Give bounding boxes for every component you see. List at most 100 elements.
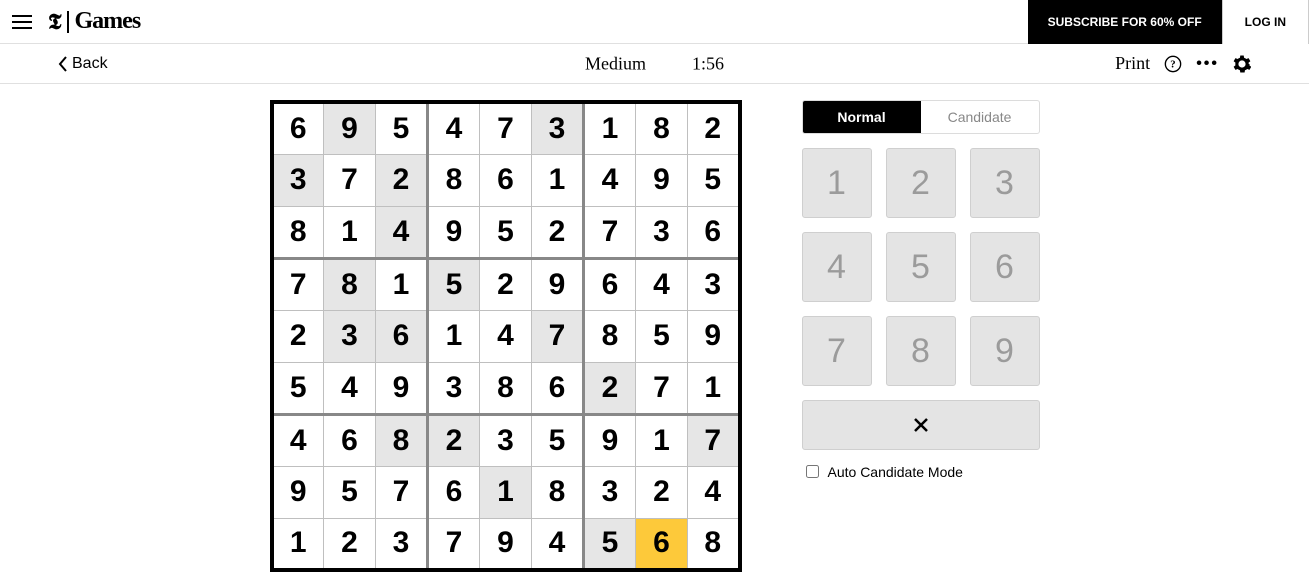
cell-r8-c7[interactable]: 6 [636,518,688,570]
cell-r8-c4[interactable]: 9 [480,518,532,570]
cell-r8-c0[interactable]: 1 [272,518,324,570]
keypad-2[interactable]: 2 [886,148,956,218]
keypad-6[interactable]: 6 [970,232,1040,302]
keypad-9[interactable]: 9 [970,316,1040,386]
cell-r1-c8[interactable]: 5 [688,154,740,206]
cell-r5-c3[interactable]: 3 [428,362,480,414]
clear-key[interactable] [802,400,1040,450]
auto-candidate-checkbox[interactable] [806,465,819,478]
keypad-1[interactable]: 1 [802,148,872,218]
cell-r1-c1[interactable]: 7 [324,154,376,206]
cell-r5-c1[interactable]: 4 [324,362,376,414]
cell-r4-c2[interactable]: 6 [376,310,428,362]
cell-r0-c0[interactable]: 6 [272,102,324,154]
cell-r3-c4[interactable]: 2 [480,258,532,310]
more-menu-icon[interactable]: ••• [1196,55,1219,73]
keypad-7[interactable]: 7 [802,316,872,386]
cell-r6-c0[interactable]: 4 [272,414,324,466]
cell-r5-c4[interactable]: 8 [480,362,532,414]
cell-r1-c6[interactable]: 4 [584,154,636,206]
cell-r2-c2[interactable]: 4 [376,206,428,258]
settings-icon[interactable] [1233,55,1251,73]
cell-r2-c4[interactable]: 5 [480,206,532,258]
cell-r7-c5[interactable]: 8 [532,466,584,518]
cell-r7-c7[interactable]: 2 [636,466,688,518]
cell-r4-c4[interactable]: 4 [480,310,532,362]
cell-r5-c8[interactable]: 1 [688,362,740,414]
cell-r3-c6[interactable]: 6 [584,258,636,310]
cell-r2-c3[interactable]: 9 [428,206,480,258]
cell-r3-c3[interactable]: 5 [428,258,480,310]
back-button[interactable]: Back [58,55,108,73]
brand-logo[interactable]: 𝕿 Games [48,8,140,35]
cell-r3-c8[interactable]: 3 [688,258,740,310]
cell-r6-c8[interactable]: 7 [688,414,740,466]
cell-r3-c1[interactable]: 8 [324,258,376,310]
cell-r0-c7[interactable]: 8 [636,102,688,154]
cell-r2-c1[interactable]: 1 [324,206,376,258]
cell-r2-c5[interactable]: 2 [532,206,584,258]
cell-r7-c0[interactable]: 9 [272,466,324,518]
cell-r5-c5[interactable]: 6 [532,362,584,414]
cell-r4-c5[interactable]: 7 [532,310,584,362]
cell-r0-c6[interactable]: 1 [584,102,636,154]
cell-r3-c2[interactable]: 1 [376,258,428,310]
cell-r4-c1[interactable]: 3 [324,310,376,362]
cell-r2-c0[interactable]: 8 [272,206,324,258]
cell-r4-c0[interactable]: 2 [272,310,324,362]
cell-r6-c3[interactable]: 2 [428,414,480,466]
auto-candidate-label[interactable]: Auto Candidate Mode [828,464,963,480]
help-icon[interactable]: ? [1164,55,1182,73]
cell-r1-c7[interactable]: 9 [636,154,688,206]
keypad-3[interactable]: 3 [970,148,1040,218]
cell-r6-c5[interactable]: 5 [532,414,584,466]
mode-normal[interactable]: Normal [803,101,921,133]
cell-r0-c5[interactable]: 3 [532,102,584,154]
cell-r7-c4[interactable]: 1 [480,466,532,518]
cell-r3-c7[interactable]: 4 [636,258,688,310]
subscribe-button[interactable]: SUBSCRIBE FOR 60% OFF [1028,0,1222,44]
cell-r7-c2[interactable]: 7 [376,466,428,518]
keypad-4[interactable]: 4 [802,232,872,302]
cell-r6-c7[interactable]: 1 [636,414,688,466]
keypad-8[interactable]: 8 [886,316,956,386]
cell-r7-c1[interactable]: 5 [324,466,376,518]
cell-r7-c3[interactable]: 6 [428,466,480,518]
cell-r4-c8[interactable]: 9 [688,310,740,362]
cell-r8-c2[interactable]: 3 [376,518,428,570]
cell-r3-c5[interactable]: 9 [532,258,584,310]
login-button[interactable]: LOG IN [1222,0,1309,44]
cell-r7-c8[interactable]: 4 [688,466,740,518]
cell-r0-c2[interactable]: 5 [376,102,428,154]
cell-r5-c2[interactable]: 9 [376,362,428,414]
cell-r1-c4[interactable]: 6 [480,154,532,206]
cell-r6-c6[interactable]: 9 [584,414,636,466]
cell-r3-c0[interactable]: 7 [272,258,324,310]
cell-r5-c6[interactable]: 2 [584,362,636,414]
cell-r0-c3[interactable]: 4 [428,102,480,154]
mode-candidate[interactable]: Candidate [921,101,1039,133]
cell-r7-c6[interactable]: 3 [584,466,636,518]
print-button[interactable]: Print [1115,53,1150,74]
cell-r5-c0[interactable]: 5 [272,362,324,414]
cell-r6-c1[interactable]: 6 [324,414,376,466]
cell-r8-c1[interactable]: 2 [324,518,376,570]
cell-r1-c5[interactable]: 1 [532,154,584,206]
hamburger-menu-icon[interactable] [0,0,44,44]
cell-r2-c7[interactable]: 3 [636,206,688,258]
cell-r6-c4[interactable]: 3 [480,414,532,466]
cell-r2-c8[interactable]: 6 [688,206,740,258]
cell-r1-c0[interactable]: 3 [272,154,324,206]
cell-r6-c2[interactable]: 8 [376,414,428,466]
cell-r0-c4[interactable]: 7 [480,102,532,154]
cell-r8-c3[interactable]: 7 [428,518,480,570]
cell-r4-c6[interactable]: 8 [584,310,636,362]
cell-r1-c3[interactable]: 8 [428,154,480,206]
keypad-5[interactable]: 5 [886,232,956,302]
cell-r0-c8[interactable]: 2 [688,102,740,154]
cell-r2-c6[interactable]: 7 [584,206,636,258]
cell-r8-c8[interactable]: 8 [688,518,740,570]
cell-r4-c7[interactable]: 5 [636,310,688,362]
cell-r8-c6[interactable]: 5 [584,518,636,570]
cell-r5-c7[interactable]: 7 [636,362,688,414]
